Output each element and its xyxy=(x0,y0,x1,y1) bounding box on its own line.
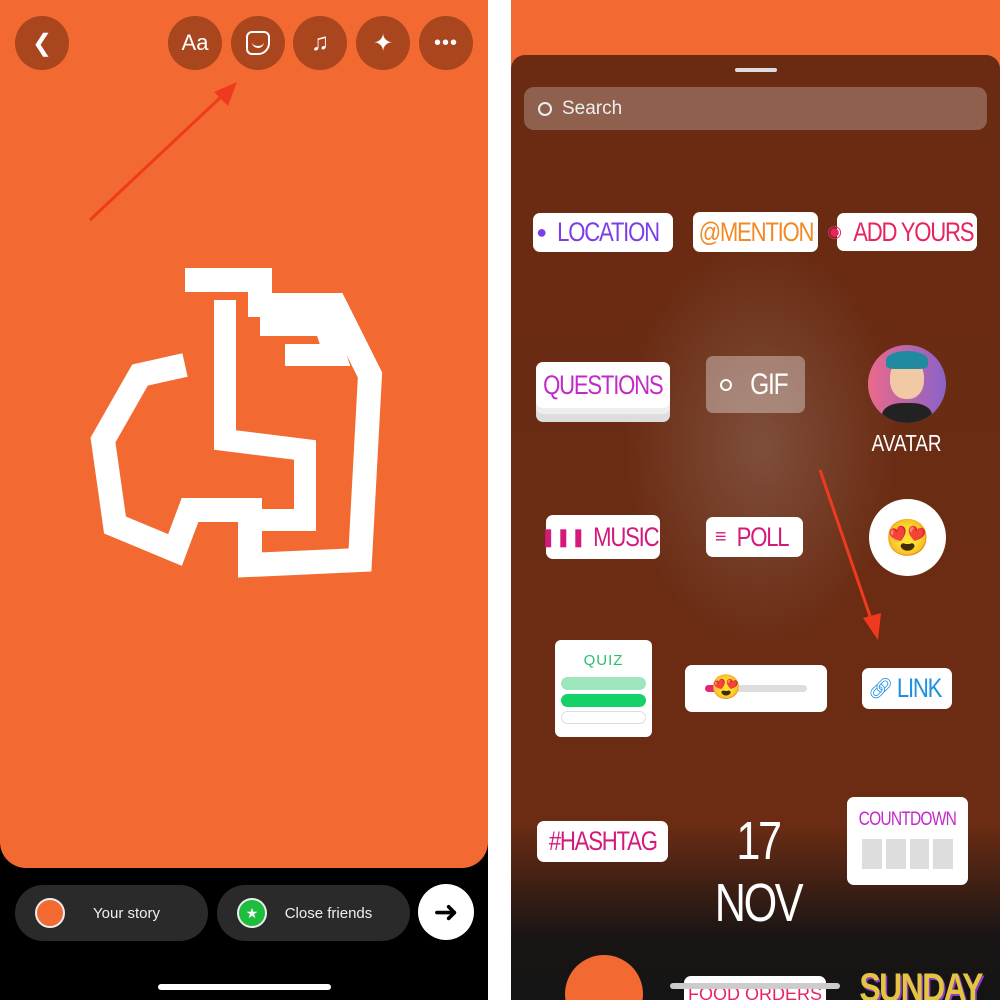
close-friends-button[interactable]: ★ Close friends xyxy=(217,885,410,941)
more-icon: ••• xyxy=(433,31,458,54)
countdown-label: COUNTDOWN xyxy=(858,809,957,830)
music-icon: ♫ xyxy=(311,29,329,56)
link-sticker[interactable]: 🔗︎ LINK xyxy=(862,668,952,709)
text-tool-button[interactable]: Aa xyxy=(168,16,222,70)
poll-sticker[interactable]: ≡ POLL xyxy=(706,517,803,557)
questions-label: QUESTIONS xyxy=(543,369,664,400)
back-icon: ❮ xyxy=(31,29,53,57)
countdown-sticker[interactable]: COUNTDOWN xyxy=(847,797,968,885)
countdown-boxes xyxy=(862,839,953,869)
home-indicator xyxy=(670,983,840,989)
story-editor: ❮ Aa ♫ ✦ ••• Your story ★ Close friends … xyxy=(0,0,488,1000)
your-story-button[interactable]: Your story xyxy=(15,885,208,941)
location-sticker[interactable]: ● LOCATION xyxy=(533,213,673,252)
quiz-option xyxy=(561,711,646,724)
quiz-label: QUIZ xyxy=(583,652,624,669)
your-story-label: Your story xyxy=(93,904,160,922)
sticker-button[interactable] xyxy=(231,16,285,70)
search-placeholder: Search xyxy=(562,97,623,119)
quiz-option-correct xyxy=(561,694,646,707)
hashtag-sticker[interactable]: #HASHTAG xyxy=(537,821,668,862)
day-sticker[interactable]: SUNDAY xyxy=(859,966,983,1000)
heart-eyes-emoji: 😍 xyxy=(885,516,930,558)
avatar-body xyxy=(882,403,932,423)
search-input[interactable]: Search xyxy=(524,87,987,130)
add-yours-sticker[interactable]: ◉ ADD YOURS xyxy=(827,213,977,251)
avatar-label: AVATAR xyxy=(872,430,942,456)
music-sticker[interactable]: ❚❚❚ MUSIC xyxy=(541,515,660,559)
poll-lines-icon: ≡ xyxy=(714,525,727,548)
link-icon: 🔗︎ xyxy=(868,678,893,700)
next-button[interactable]: ➜ xyxy=(418,884,474,940)
search-icon xyxy=(538,101,552,116)
brand-logo xyxy=(90,268,383,578)
gif-label: GIF xyxy=(749,367,789,401)
music-bars-icon: ❚❚❚ xyxy=(540,526,586,547)
date-sticker[interactable]: 17 NOV xyxy=(698,810,818,934)
avatar-hair xyxy=(886,351,928,369)
quiz-sticker[interactable]: QUIZ xyxy=(555,640,652,737)
avatar-sticker[interactable] xyxy=(868,345,946,423)
link-label: LINK xyxy=(896,673,943,703)
add-yours-label: ADD YOURS xyxy=(853,216,975,247)
profile-avatar-icon xyxy=(35,898,65,928)
mention-label: @MENTION xyxy=(698,216,814,247)
emoji-reaction-sticker[interactable]: 😍 xyxy=(869,499,946,576)
sticker-icon xyxy=(246,31,270,55)
effects-button[interactable]: ✦ xyxy=(356,16,410,70)
story-canvas[interactable] xyxy=(0,0,488,868)
music-button[interactable]: ♫ xyxy=(293,16,347,70)
mention-sticker[interactable]: @MENTION xyxy=(693,212,818,252)
camera-icon: ◉ xyxy=(827,222,842,241)
back-button[interactable]: ❮ xyxy=(15,16,69,70)
hashtag-label: #HASHTAG xyxy=(548,826,658,856)
search-icon xyxy=(719,378,732,391)
location-pin-icon: ● xyxy=(536,222,547,242)
slider-emoji: 😍 xyxy=(711,674,741,701)
close-friends-label: Close friends xyxy=(284,904,373,922)
arrow-right-icon: ➜ xyxy=(433,895,459,929)
home-indicator xyxy=(158,984,331,990)
gif-sticker[interactable]: GIF xyxy=(706,356,805,413)
text-tool-label: Aa xyxy=(181,30,209,55)
sticker-tray-screen: Search ● LOCATION @MENTION ◉ ADD YOURS QUE… xyxy=(511,0,1000,1000)
music-label: MUSIC xyxy=(593,521,659,552)
more-button[interactable]: ••• xyxy=(419,16,473,70)
drag-handle[interactable] xyxy=(735,68,777,72)
poll-label: POLL xyxy=(736,521,790,552)
sparkles-icon: ✦ xyxy=(372,29,394,57)
star-icon: ★ xyxy=(237,898,267,928)
questions-sticker[interactable]: QUESTIONS xyxy=(536,362,670,408)
location-label: LOCATION xyxy=(556,217,660,247)
quiz-option xyxy=(561,677,646,690)
emoji-slider-sticker[interactable]: 😍 xyxy=(685,665,827,712)
